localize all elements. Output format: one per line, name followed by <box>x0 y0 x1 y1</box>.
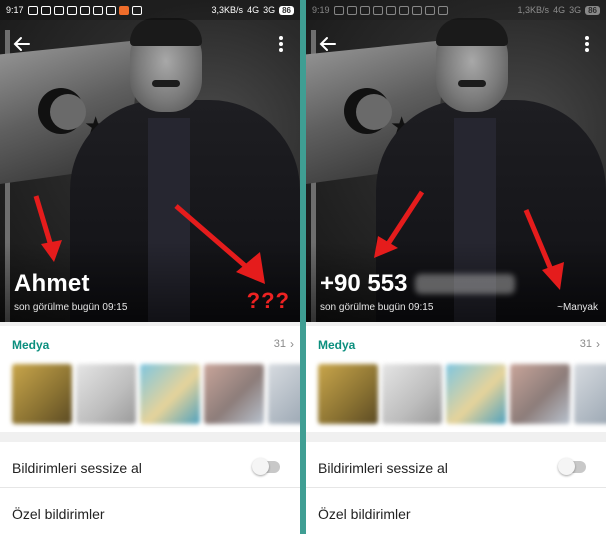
media-count: 31 <box>579 338 592 350</box>
cloud-icon <box>105 5 116 15</box>
notification-icons <box>27 5 142 15</box>
overflow-menu-icon[interactable] <box>276 36 286 52</box>
alarm-icon <box>385 5 396 15</box>
contact-name: Ahmet <box>14 270 90 297</box>
youtube-icon <box>372 5 383 15</box>
media-thumbnail[interactable] <box>318 364 378 424</box>
status-right: 1,3KB/s 4G 3G 86 <box>518 5 600 15</box>
check-icon <box>398 5 409 15</box>
person-moustache <box>458 80 486 87</box>
signal-3g: 3G <box>569 5 582 15</box>
battery-icon: 86 <box>585 5 600 15</box>
gmail-icon <box>359 5 370 15</box>
crescent-shape <box>38 88 86 134</box>
network-speed: 3,3KB/s <box>211 5 244 15</box>
mute-toggle[interactable] <box>252 458 280 475</box>
notification-settings: Bildirimleri sessize al Özel bildirimler <box>306 442 606 534</box>
facebook-icon <box>27 5 38 15</box>
media-thumbnail[interactable] <box>382 364 442 424</box>
signal-4g: 4G <box>553 5 566 15</box>
notification-icons <box>333 5 448 15</box>
media-thumbnail[interactable] <box>446 364 506 424</box>
media-label: Medya <box>12 338 50 352</box>
mute-toggle[interactable] <box>558 458 586 475</box>
media-thumbnail[interactable] <box>268 364 300 424</box>
last-seen-text: son görülme bugün 09:15 <box>14 302 128 313</box>
mute-notifications-label: Bildirimleri sessize al <box>12 460 142 476</box>
app-icon <box>118 5 129 15</box>
profile-screen-left: ★ 9:17 3,3KB/s 4G 3G 86 Ahmet <box>0 0 300 534</box>
facebook-icon <box>40 5 51 15</box>
signal-3g: 3G <box>263 5 276 15</box>
gallery-icon <box>131 5 142 15</box>
status-bar: 9:19 1,3KB/s 4G 3G 86 <box>306 0 606 20</box>
check-icon <box>92 5 103 15</box>
contact-phone: +90 553 <box>320 270 516 298</box>
media-section[interactable]: Medya 31 › <box>306 326 606 432</box>
annotation-arrow-left <box>33 195 62 262</box>
media-label: Medya <box>318 338 356 352</box>
annotation-arrow-right <box>174 204 265 284</box>
status-bar: 9:17 3,3KB/s 4G 3G 86 <box>0 0 300 20</box>
phone-number-redacted <box>415 274 516 294</box>
mute-notifications-row[interactable]: Bildirimleri sessize al <box>306 442 606 488</box>
network-speed: 1,3KB/s <box>517 5 550 15</box>
back-arrow-icon[interactable] <box>12 34 32 54</box>
back-arrow-icon[interactable] <box>318 34 338 54</box>
custom-notifications-label: Özel bildirimler <box>318 506 411 522</box>
media-thumbnails <box>318 364 606 424</box>
battery-icon: 86 <box>279 5 294 15</box>
media-thumbnail[interactable] <box>140 364 200 424</box>
annotation-arrow-right <box>523 209 564 290</box>
custom-notifications-row[interactable]: Özel bildirimler <box>0 488 300 534</box>
media-count: 31 <box>273 338 286 350</box>
person-hair <box>130 18 202 46</box>
media-thumbnail[interactable] <box>574 364 606 424</box>
app-icon <box>424 5 435 15</box>
phone-number-visible: +90 553 <box>320 270 408 297</box>
alarm-icon <box>79 5 90 15</box>
notification-settings: Bildirimleri sessize al Özel bildirimler <box>0 442 300 534</box>
media-thumbnails <box>12 364 300 424</box>
media-thumbnail[interactable] <box>12 364 72 424</box>
person-hair <box>436 18 508 46</box>
status-time: 9:19 <box>312 5 330 15</box>
facebook-icon <box>346 5 357 15</box>
signal-4g: 4G <box>247 5 260 15</box>
push-name: ~Manyak <box>557 302 598 313</box>
cloud-icon <box>411 5 422 15</box>
facebook-icon <box>333 5 344 15</box>
chevron-right-icon[interactable]: › <box>596 337 600 351</box>
last-seen-text: son görülme bugün 09:15 <box>320 302 434 313</box>
status-time: 9:17 <box>6 5 24 15</box>
overflow-menu-icon[interactable] <box>582 36 592 52</box>
mute-notifications-row[interactable]: Bildirimleri sessize al <box>0 442 300 488</box>
youtube-icon <box>66 5 77 15</box>
media-thumbnail[interactable] <box>76 364 136 424</box>
status-right: 3,3KB/s 4G 3G 86 <box>212 5 294 15</box>
annotation-arrow-left <box>374 190 425 258</box>
gallery-icon <box>437 5 448 15</box>
chevron-right-icon[interactable]: › <box>290 337 294 351</box>
custom-notifications-label: Özel bildirimler <box>12 506 105 522</box>
media-section[interactable]: Medya 31 › <box>0 326 300 432</box>
crescent-shape <box>344 88 392 134</box>
gmail-icon <box>53 5 64 15</box>
mute-notifications-label: Bildirimleri sessize al <box>318 460 448 476</box>
annotation-question-marks: ??? <box>246 288 290 313</box>
media-thumbnail[interactable] <box>510 364 570 424</box>
person-moustache <box>152 80 180 87</box>
media-thumbnail[interactable] <box>204 364 264 424</box>
profile-screen-right: ★ 9:19 1,3KB/s 4G 3G 86 +9 <box>306 0 606 534</box>
custom-notifications-row[interactable]: Özel bildirimler <box>306 488 606 534</box>
